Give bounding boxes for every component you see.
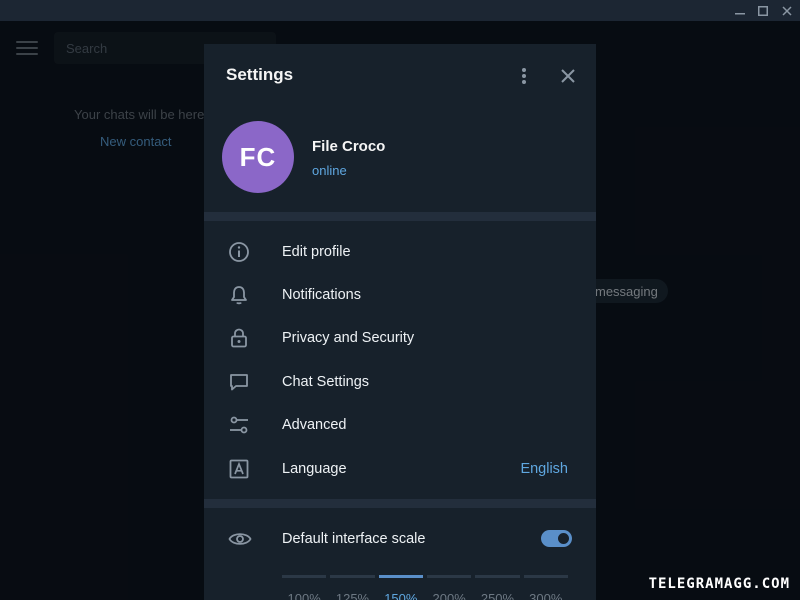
- toggle-knob: [556, 531, 571, 547]
- avatar[interactable]: FC: [222, 121, 294, 193]
- dialog-header: Settings: [204, 44, 596, 106]
- menu-item-label: Chat Settings: [282, 373, 370, 390]
- menu-item-edit-profile[interactable]: Edit profile: [204, 230, 596, 273]
- maximize-icon[interactable]: [752, 2, 774, 20]
- section-divider: [204, 499, 596, 509]
- menu-item-chat-settings[interactable]: Chat Settings: [204, 360, 596, 403]
- scale-segment[interactable]: [523, 575, 568, 579]
- language-value: English: [520, 460, 568, 477]
- scale-segment[interactable]: [475, 575, 520, 579]
- profile-name: File Croco: [312, 138, 386, 155]
- menu-item-label: Notifications: [282, 287, 361, 304]
- window-titlebar: [0, 0, 800, 21]
- menu-item-label: Language: [282, 460, 347, 477]
- menu-item-label: Privacy and Security: [282, 330, 415, 347]
- scale-segment[interactable]: [426, 575, 472, 579]
- lock-icon: [231, 329, 247, 348]
- more-options-icon[interactable]: [510, 62, 538, 90]
- settings-menu: Edit profile Notifications Privacy and S…: [204, 221, 596, 499]
- scale-option-selected[interactable]: 150%: [379, 591, 423, 600]
- section-divider: [204, 212, 596, 221]
- scale-option[interactable]: 300%: [524, 591, 568, 600]
- info-icon: [229, 241, 249, 262]
- scale-segment-selected[interactable]: [378, 575, 423, 579]
- scale-option[interactable]: 100%: [282, 591, 326, 600]
- menu-item-label: Edit profile: [282, 243, 351, 260]
- default-scale-toggle[interactable]: [541, 530, 572, 548]
- menu-item-privacy-security[interactable]: Privacy and Security: [204, 317, 596, 360]
- close-dialog-icon[interactable]: [554, 62, 582, 90]
- profile-section[interactable]: FC File Croco online: [204, 106, 596, 212]
- default-scale-row[interactable]: Default interface scale: [204, 508, 596, 570]
- sliders-icon: [230, 416, 248, 434]
- scale-segment[interactable]: [282, 575, 327, 579]
- menu-item-advanced[interactable]: Advanced: [204, 404, 596, 447]
- default-scale-label: Default interface scale: [282, 531, 426, 548]
- watermark: TELEGRAMAGG.COM: [648, 576, 790, 592]
- settings-dialog: Settings FC File Croco online Edit profi…: [204, 44, 596, 600]
- telegram-app-window: Your chats will be here New contact mess…: [0, 0, 800, 600]
- scale-segment[interactable]: [330, 575, 375, 579]
- scale-option[interactable]: 200%: [427, 591, 471, 600]
- scale-section: Default interface scale 100% 125% 150% 2…: [204, 508, 596, 600]
- language-icon: [229, 459, 249, 479]
- bell-icon: [231, 286, 247, 305]
- chat-bubble-icon: [230, 373, 248, 391]
- dialog-title: Settings: [226, 65, 294, 84]
- menu-item-notifications[interactable]: Notifications: [204, 273, 596, 316]
- close-icon[interactable]: [776, 2, 798, 20]
- scale-option[interactable]: 250%: [475, 591, 519, 600]
- menu-item-language[interactable]: Language English: [204, 447, 596, 490]
- profile-status: online: [312, 163, 347, 178]
- scale-option[interactable]: 125%: [330, 591, 374, 600]
- scale-options: 100% 125% 150% 200% 250% 300%: [282, 591, 568, 600]
- scale-slider[interactable]: [282, 575, 568, 579]
- menu-item-label: Advanced: [282, 417, 347, 434]
- minimize-icon[interactable]: [729, 2, 751, 20]
- eye-icon: [228, 533, 252, 546]
